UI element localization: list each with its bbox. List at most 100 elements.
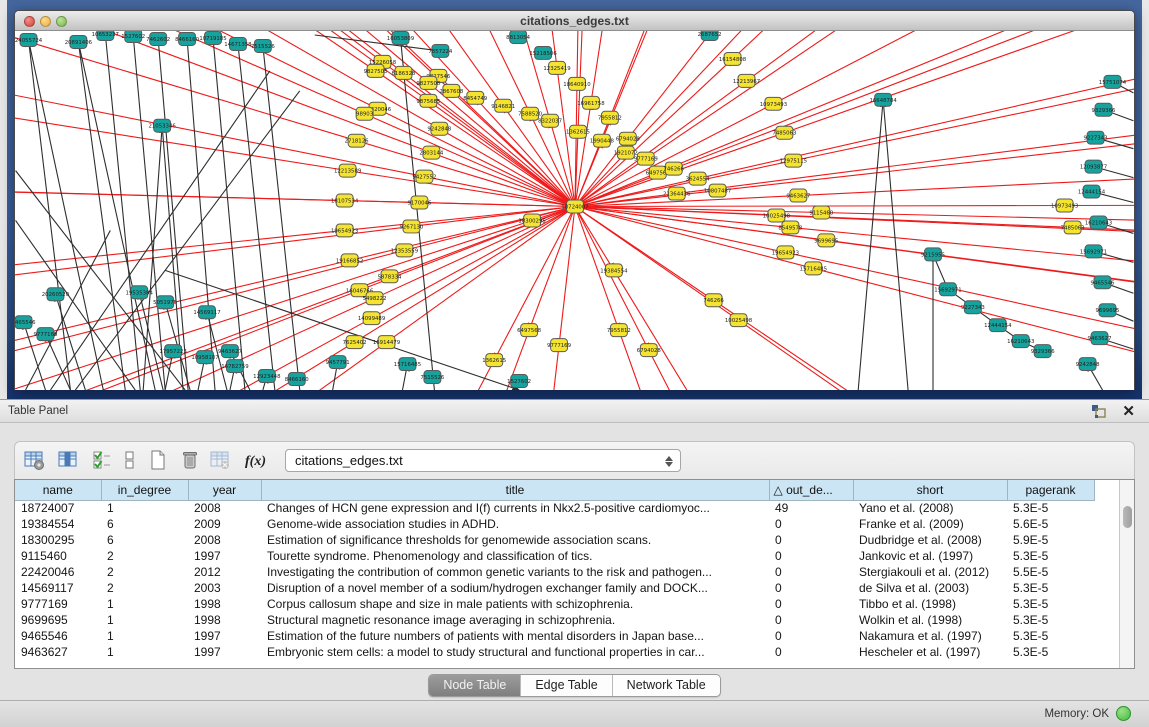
function-builder-icon-button[interactable]: f(x) — [241, 448, 267, 474]
table-cell[interactable]: 1 — [101, 644, 188, 660]
graph-node[interactable]: 9777169 — [634, 152, 659, 165]
table-cell[interactable]: Tourette syndrome. Phenomenology and cla… — [261, 548, 769, 564]
new-column-icon-button[interactable] — [145, 448, 171, 474]
graph-node[interactable]: 16210643 — [1085, 216, 1112, 229]
graph-node[interactable]: 9875685 — [416, 94, 440, 107]
close-panel-icon[interactable]: ✕ — [1122, 402, 1135, 420]
graph-node[interactable]: 8549578 — [778, 221, 803, 234]
graph-node[interactable]: 5878334 — [378, 270, 403, 283]
table-cell[interactable]: Embryonic stem cells: a model to study s… — [261, 644, 769, 660]
table-cell[interactable]: Estimation of significance thresholds fo… — [261, 532, 769, 548]
graph-node[interactable]: 746266 — [703, 294, 724, 307]
graph-node[interactable]: 16782759 — [221, 360, 249, 373]
table-cell[interactable]: 2009 — [188, 516, 261, 532]
table-row[interactable]: 946362711997Embryonic stem cells: a mode… — [15, 644, 1121, 660]
table-cell[interactable]: Wolkin et al. (1998) — [853, 612, 1007, 628]
table-cell[interactable]: 5.3E-5 — [1007, 644, 1094, 660]
graph-node[interactable]: 8186328 — [391, 66, 416, 79]
table-cell[interactable]: 0 — [769, 596, 853, 612]
table-row[interactable]: 911546021997Tourette syndrome. Phenomeno… — [15, 548, 1121, 564]
table-cell[interactable]: 5.3E-5 — [1007, 596, 1094, 612]
table-cell[interactable]: 1997 — [188, 548, 261, 564]
graph-node[interactable]: 12353559 — [391, 244, 419, 257]
graph-node[interactable]: 14099489 — [358, 312, 386, 325]
graph-node[interactable]: 8466160 — [285, 373, 310, 386]
table-row[interactable]: 2242004622012Investigating the contribut… — [15, 564, 1121, 580]
graph-node[interactable]: 15716485 — [800, 262, 827, 275]
graph-node[interactable]: 7515526 — [420, 371, 445, 384]
graph-node[interactable]: 12325419 — [543, 61, 571, 74]
graph-node[interactable]: 17957223 — [159, 345, 186, 358]
table-column-icon-button[interactable] — [55, 448, 81, 474]
select-all-icon-button[interactable] — [89, 448, 115, 474]
graph-node[interactable]: 2687652 — [698, 31, 722, 40]
table-cell[interactable]: 1997 — [188, 628, 261, 644]
table-cell[interactable]: Dudbridge et al. (2008) — [853, 532, 1007, 548]
graph-node[interactable]: 16053809 — [387, 31, 415, 44]
graph-node[interactable]: 7625402 — [343, 336, 367, 349]
table-cell[interactable]: 2012 — [188, 564, 261, 580]
table-cell[interactable]: 9115460 — [15, 548, 101, 564]
citation-graph[interactable]: 2405572420891406106532371527602746260284… — [15, 31, 1134, 390]
graph-node[interactable]: 1362615 — [482, 354, 506, 367]
graph-node[interactable]: 9329366 — [1031, 345, 1056, 358]
graph-node[interactable]: 9777169 — [547, 339, 572, 352]
table-cell[interactable]: 1 — [101, 612, 188, 628]
graph-node[interactable]: 9699695 — [814, 234, 838, 247]
graph-node[interactable]: 9465546 — [15, 316, 36, 329]
table-cell[interactable]: 9699695 — [15, 612, 101, 628]
graph-node[interactable]: 15692971 — [934, 283, 961, 296]
graph-node[interactable]: 6794028 — [637, 344, 662, 357]
table-cell[interactable]: Disruption of a novel member of a sodium… — [261, 580, 769, 596]
graph-node[interactable]: 7857224 — [428, 44, 453, 57]
graph-node[interactable]: 14569117 — [193, 306, 220, 319]
graph-node[interactable]: 21053346 — [148, 119, 176, 132]
table-cell[interactable]: 2 — [101, 548, 188, 564]
graph-node[interactable]: 18640910 — [563, 77, 591, 90]
table-cell[interactable]: Yano et al. (2008) — [853, 500, 1007, 516]
graph-node[interactable]: 9227343 — [1084, 131, 1108, 144]
table-cell[interactable]: 1998 — [188, 596, 261, 612]
delete-table-icon-button[interactable] — [207, 448, 233, 474]
column-header-year[interactable]: year — [188, 480, 261, 500]
table-cell[interactable]: Franke et al. (2009) — [853, 516, 1007, 532]
graph-node[interactable]: 7515526 — [251, 39, 276, 52]
graph-node[interactable]: 746266 — [663, 162, 684, 175]
network-view-window[interactable]: citations_edges.txt 24055724208914061065… — [14, 10, 1135, 390]
table-cell[interactable]: 0 — [769, 548, 853, 564]
graph-node[interactable]: 12213589 — [334, 164, 362, 177]
graph-node[interactable]: 12444154 — [984, 319, 1012, 332]
table-cell[interactable]: 5.3E-5 — [1007, 580, 1094, 596]
column-header-short[interactable]: short — [853, 480, 1007, 500]
graph-node[interactable]: 9170046 — [407, 196, 432, 209]
table-cell[interactable]: Genome-wide association studies in ADHD. — [261, 516, 769, 532]
graph-node[interactable]: 10973493 — [1051, 199, 1078, 212]
table-row[interactable]: 1830029562008Estimation of significance … — [15, 532, 1121, 548]
table-cell[interactable]: Structural magnetic resonance image aver… — [261, 612, 769, 628]
table-cell[interactable]: Investigating the contribution of common… — [261, 564, 769, 580]
table-cell[interactable]: 18724007 — [15, 500, 101, 516]
table-cell[interactable]: 5.3E-5 — [1007, 628, 1094, 644]
graph-node[interactable]: 15716485 — [394, 358, 421, 371]
graph-node[interactable]: 1362615 — [566, 125, 590, 138]
table-cell[interactable]: 2008 — [188, 500, 261, 516]
graph-node[interactable]: 6497568 — [517, 324, 542, 337]
table-cell[interactable]: 5.9E-5 — [1007, 532, 1094, 548]
graph-node[interactable]: 9463627 — [1088, 332, 1112, 345]
graph-node[interactable]: 19654923 — [772, 246, 799, 259]
table-cell[interactable]: 2008 — [188, 532, 261, 548]
graph-node[interactable]: 12093877 — [1080, 160, 1107, 173]
column-header-title[interactable]: title — [261, 480, 769, 500]
table-cell[interactable]: 0 — [769, 580, 853, 596]
graph-node[interactable]: 9267130 — [399, 220, 424, 233]
graph-node[interactable]: 7462602 — [146, 32, 170, 45]
graph-node[interactable]: 9146821 — [491, 99, 515, 112]
graph-node[interactable]: 9463627 — [786, 189, 810, 202]
network-canvas[interactable]: 2405572420891406106532371527602746260284… — [15, 31, 1134, 390]
table-cell[interactable]: 5.3E-5 — [1007, 548, 1094, 564]
table-row[interactable]: 1872400712008Changes of HCN gene express… — [15, 500, 1121, 516]
table-cell[interactable]: Jankovic et al. (1997) — [853, 548, 1007, 564]
table-row[interactable]: 1938455462009Genome-wide association stu… — [15, 516, 1121, 532]
graph-node[interactable]: 21364436 — [663, 187, 691, 200]
table-cell[interactable]: 1997 — [188, 644, 261, 660]
